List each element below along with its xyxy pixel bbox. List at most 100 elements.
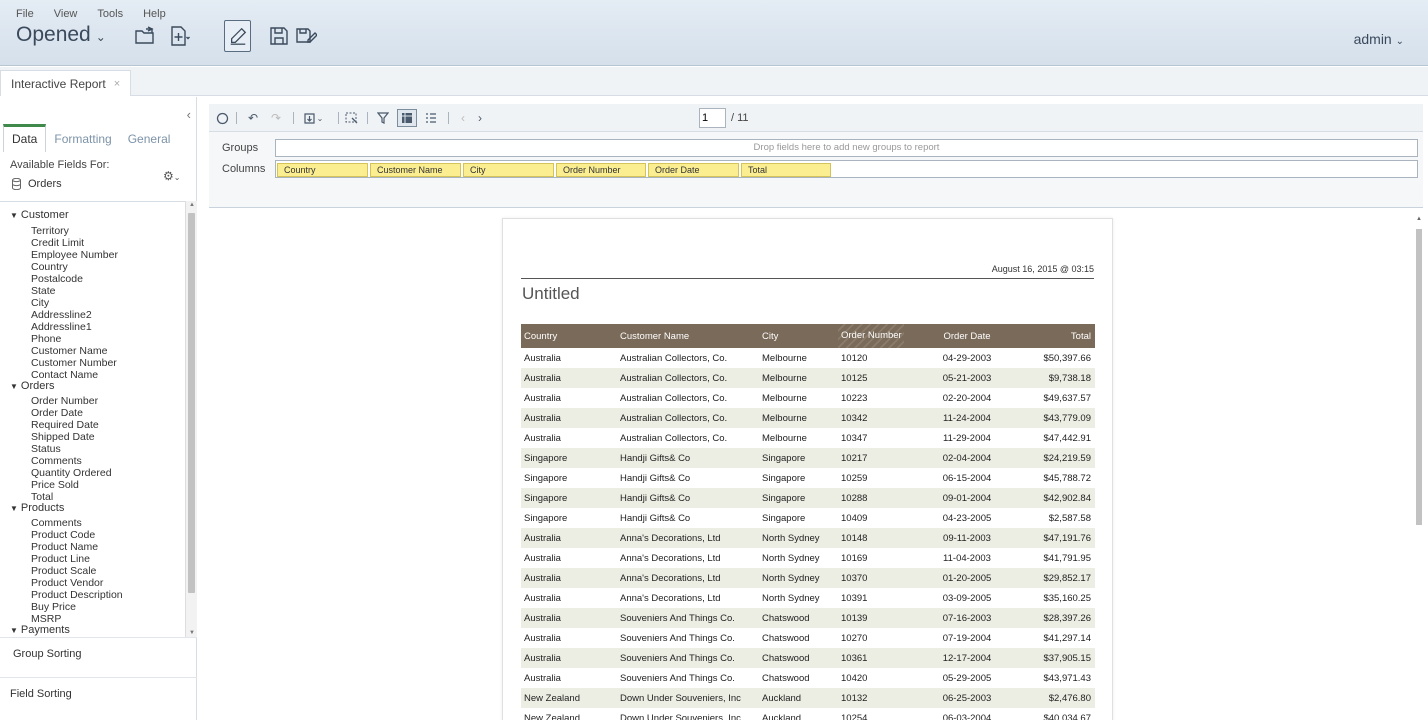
field-item[interactable]: Product Vendor (31, 577, 103, 589)
column-header-total[interactable]: Total (1002, 324, 1095, 348)
column-header-customer-name[interactable]: Customer Name (617, 324, 759, 348)
new-file-icon[interactable] (167, 24, 191, 48)
field-item[interactable]: Phone (31, 333, 61, 345)
field-item[interactable]: Shipped Date (31, 431, 95, 443)
table-view-icon[interactable] (397, 109, 417, 127)
field-item[interactable]: Order Date (31, 407, 83, 419)
field-item[interactable]: Quantity Ordered (31, 467, 112, 479)
close-icon[interactable]: × (114, 78, 120, 90)
cell-customer-name: Anna's Decorations, Ltd (617, 528, 759, 548)
report-title[interactable]: Untitled (522, 284, 580, 304)
column-header-country[interactable]: Country (521, 324, 617, 348)
tab-interactive-report[interactable]: Interactive Report × (0, 70, 132, 96)
field-item[interactable]: Comments (31, 455, 82, 467)
field-item[interactable]: Price Sold (31, 479, 79, 491)
field-item[interactable]: Postalcode (31, 273, 83, 285)
export-icon[interactable]: ⌄ (301, 111, 325, 125)
list-view-icon[interactable] (423, 111, 439, 125)
filter-icon[interactable] (375, 111, 391, 125)
field-item[interactable]: Addressline2 (31, 309, 92, 321)
gear-icon[interactable]: ⚙⌄ (163, 169, 180, 183)
group-sorting-section[interactable]: Group Sorting (13, 648, 81, 660)
cell-total: $41,791.95 (1043, 552, 1091, 564)
field-item[interactable]: Employee Number (31, 249, 118, 261)
cell-city: Auckland (759, 688, 838, 708)
scroll-up-icon[interactable]: ▲ (189, 202, 195, 208)
cell-order-number: 10409 (841, 512, 868, 524)
field-item[interactable]: Order Number (31, 395, 98, 407)
field-item[interactable]: Country (31, 261, 68, 273)
tab-general[interactable]: General (120, 124, 179, 152)
field-item[interactable]: Addressline1 (31, 321, 92, 333)
cell-total: $43,971.43 (1043, 672, 1091, 684)
columns-drop-zone[interactable]: Country Customer Name City Order Number … (275, 160, 1418, 178)
undo-icon[interactable]: ↶ (245, 111, 261, 125)
save-icon[interactable] (267, 24, 291, 48)
field-tree-scrollbar[interactable]: ▲ ▼ (185, 201, 197, 637)
page-number-input[interactable] (699, 108, 726, 128)
table-row: Australia Australian Collectors, Co. Melbo… (521, 408, 1095, 428)
open-folder-icon[interactable] (133, 24, 157, 48)
field-item[interactable]: Product Description (31, 589, 123, 601)
user-menu[interactable]: admin ⌄ (1354, 31, 1404, 47)
field-item[interactable]: Status (31, 443, 61, 455)
menu-view[interactable]: View (54, 8, 78, 20)
column-chip-order-number[interactable]: Order Number (556, 163, 646, 177)
column-chip-order-date[interactable]: Order Date (648, 163, 739, 177)
edit-mode-toggle[interactable] (224, 20, 251, 52)
column-chip-country[interactable]: Country (277, 163, 368, 177)
column-chip-city[interactable]: City (463, 163, 554, 177)
field-item[interactable]: Customer Number (31, 357, 117, 369)
field-item[interactable]: Customer Name (31, 345, 107, 357)
category-orders[interactable]: ▼ Orders (10, 380, 55, 392)
scroll-thumb[interactable] (188, 213, 195, 593)
menu-file[interactable]: File (16, 8, 34, 20)
cell-country: Australia (524, 432, 561, 444)
select-fields-icon[interactable] (344, 111, 360, 125)
column-header-city[interactable]: City (759, 324, 838, 348)
collapse-panel-icon[interactable]: ‹ (187, 107, 191, 122)
column-header-order-number[interactable]: Order Number (838, 324, 904, 348)
tab-label: Interactive Report (11, 76, 106, 91)
field-item[interactable]: Credit Limit (31, 237, 84, 249)
cell-order-date: 11-24-2004 (904, 408, 1002, 428)
redo-icon: ↷ (270, 111, 282, 125)
report-scrollbar[interactable]: ▲ (1414, 215, 1424, 720)
field-item[interactable]: Product Name (31, 541, 98, 553)
cell-order-number: 10370 (838, 568, 904, 588)
field-item[interactable]: Product Line (31, 553, 90, 565)
tab-data[interactable]: Data (3, 124, 47, 152)
cell-total: $24,219.59 (1002, 448, 1095, 468)
scroll-up-icon[interactable]: ▲ (1416, 216, 1422, 222)
field-item[interactable]: Territory (31, 225, 69, 237)
save-as-icon[interactable] (294, 24, 318, 48)
column-chip-total[interactable]: Total (741, 163, 831, 177)
next-page-icon[interactable]: › (472, 111, 488, 125)
tab-formatting[interactable]: Formatting (46, 124, 119, 152)
select-circle-icon[interactable] (214, 111, 230, 125)
field-item[interactable]: Product Code (31, 529, 95, 541)
column-header-order-date[interactable]: Order Date (904, 324, 1002, 348)
menu-tools[interactable]: Tools (97, 8, 123, 20)
menu-help[interactable]: Help (143, 8, 166, 20)
groups-drop-zone[interactable]: Drop fields here to add new groups to re… (275, 139, 1418, 157)
table-row: Australia Anna's Decorations, Ltd North Sy… (521, 548, 1095, 568)
field-item[interactable]: Required Date (31, 419, 99, 431)
cell-country: Australia (521, 528, 617, 548)
category-payments[interactable]: ▼ Payments (10, 624, 70, 636)
field-sorting-section[interactable]: Field Sorting (10, 688, 72, 700)
field-item[interactable]: Comments (31, 517, 82, 529)
field-item[interactable]: Buy Price (31, 601, 76, 613)
field-item[interactable]: State (31, 285, 56, 297)
field-item[interactable]: Product Scale (31, 565, 96, 577)
groups-hint: Drop fields here to add new groups to re… (753, 142, 940, 153)
cell-order-number: 10169 (841, 552, 868, 564)
scroll-down-icon[interactable]: ▼ (189, 630, 195, 636)
category-customer[interactable]: ▼ Customer (10, 209, 69, 221)
category-products[interactable]: ▼ Products (10, 502, 64, 514)
field-item[interactable]: City (31, 297, 49, 309)
cell-city: North Sydney (759, 568, 838, 588)
scroll-thumb[interactable] (1416, 229, 1422, 525)
column-chip-customer-name[interactable]: Customer Name (370, 163, 461, 177)
perspective-dropdown[interactable]: Opened ⌄ (16, 23, 106, 47)
